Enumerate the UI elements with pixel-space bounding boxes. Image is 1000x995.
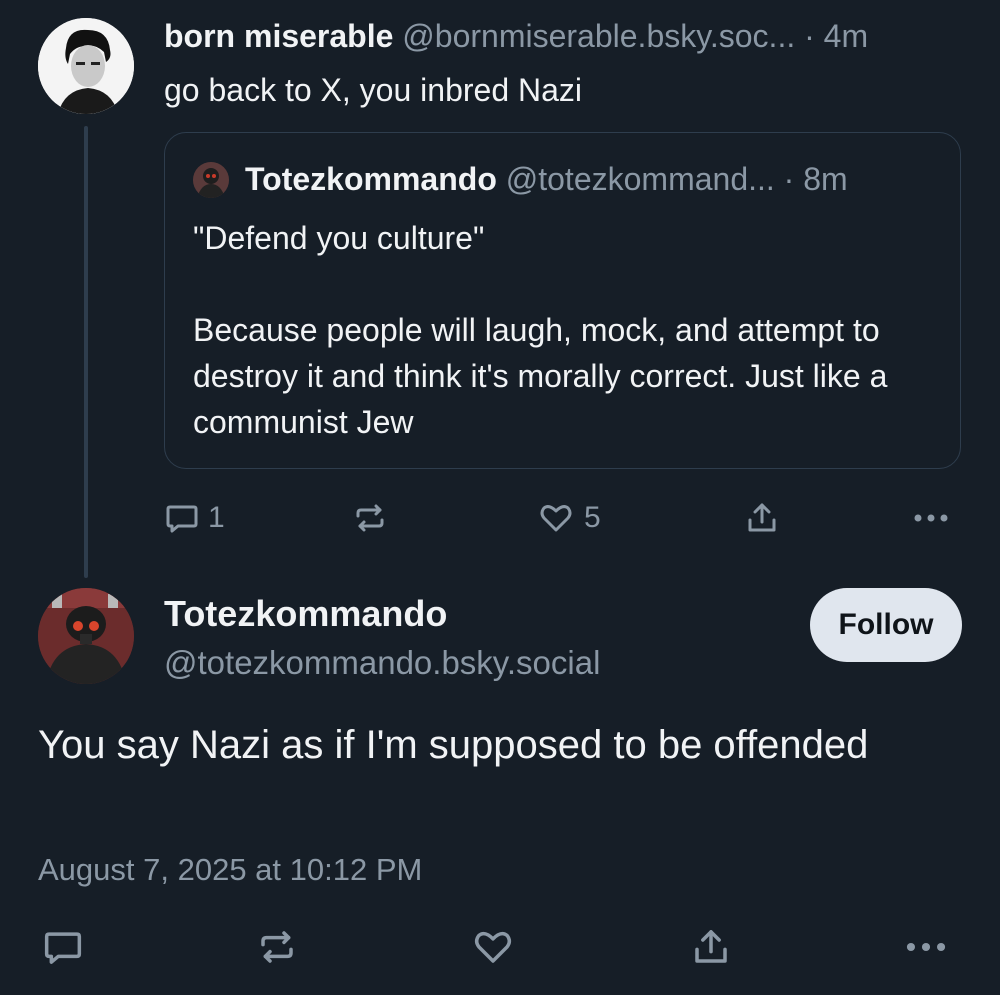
main-author-handle[interactable]: @totezkommando.bsky.social bbox=[164, 644, 600, 682]
quoted-post-card[interactable]: Totezkommando @totezkommand... · 8m "Def… bbox=[164, 132, 961, 469]
quoted-post-time[interactable]: · 8m bbox=[784, 161, 848, 198]
parent-post-text: go back to X, you inbred Nazi bbox=[164, 72, 583, 108]
parent-like-button[interactable]: 5 bbox=[538, 500, 601, 536]
main-author-name[interactable]: Totezkommando bbox=[164, 593, 447, 635]
quoted-author-name[interactable]: Totezkommando bbox=[245, 161, 497, 198]
like-icon bbox=[540, 505, 572, 532]
quoted-post-text: "Defend you culture" Because people will… bbox=[193, 215, 933, 445]
main-share-button[interactable] bbox=[690, 926, 732, 968]
more-icon bbox=[914, 514, 948, 522]
main-reply-button[interactable] bbox=[42, 926, 84, 968]
parent-more-button[interactable] bbox=[912, 500, 950, 536]
parent-repost-button[interactable] bbox=[352, 500, 388, 536]
follow-button[interactable]: Follow bbox=[810, 588, 962, 662]
main-post-timestamp: August 7, 2025 at 10:12 PM bbox=[38, 852, 423, 887]
share-icon bbox=[748, 503, 776, 532]
parent-author-name[interactable]: born miserable bbox=[164, 18, 393, 54]
share-icon bbox=[695, 930, 727, 963]
parent-like-count: 5 bbox=[584, 501, 601, 534]
main-author-avatar[interactable] bbox=[38, 588, 134, 684]
reply-icon bbox=[44, 932, 82, 964]
main-repost-button[interactable] bbox=[256, 926, 298, 968]
parent-reply-count: 1 bbox=[208, 501, 225, 534]
parent-share-button[interactable] bbox=[744, 500, 780, 536]
main-more-button[interactable] bbox=[904, 926, 948, 968]
main-post-text: You say Nazi as if I'm supposed to be of… bbox=[38, 723, 869, 767]
thread-line bbox=[84, 126, 88, 578]
quoted-author-handle[interactable]: @totezkommand... bbox=[506, 161, 775, 198]
more-icon bbox=[906, 942, 946, 952]
parent-post-header: born miserable @bornmiserable.bsky.soc..… bbox=[164, 18, 868, 55]
parent-author-avatar[interactable] bbox=[38, 18, 134, 114]
quoted-post-paragraph: Because people will laugh, mock, and att… bbox=[193, 312, 888, 440]
reply-icon bbox=[166, 505, 198, 533]
repost-icon bbox=[261, 931, 293, 963]
quoted-post-paragraph: "Defend you culture" bbox=[193, 220, 485, 256]
like-icon bbox=[474, 931, 512, 963]
parent-author-handle[interactable]: @bornmiserable.bsky.soc... bbox=[402, 18, 795, 54]
parent-post-time[interactable]: · 4m bbox=[804, 18, 868, 54]
parent-reply-button[interactable]: 1 bbox=[164, 500, 225, 536]
quoted-author-avatar bbox=[193, 161, 229, 198]
main-like-button[interactable] bbox=[472, 926, 514, 968]
repost-icon bbox=[356, 504, 384, 532]
quoted-post-header: Totezkommando @totezkommand... · 8m bbox=[193, 161, 848, 198]
